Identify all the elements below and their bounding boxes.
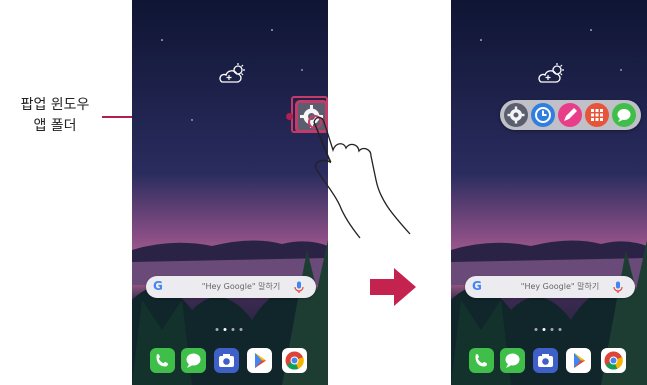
weather-icon [219,63,245,83]
play-store-app[interactable] [566,348,591,373]
callout-label: 팝업 윈도우 앱 폴더 [0,95,110,137]
popup-clock-app[interactable] [531,103,555,127]
weather-icon [538,63,564,83]
play-store-app[interactable] [247,348,272,373]
clock-icon [535,107,551,123]
messages-icon [186,353,201,368]
phone-screen-before: G "Hey Google" 말하기 [132,0,328,385]
callout-dot [286,113,293,120]
pen-icon [564,108,577,121]
google-search-bar[interactable]: G "Hey Google" 말하기 [146,276,316,298]
mic-icon[interactable] [611,280,625,294]
phone-icon [475,354,487,367]
hand-pointer-icon [313,116,411,239]
popup-settings-app[interactable] [504,103,528,127]
chrome-app[interactable] [282,348,307,373]
search-placeholder: "Hey Google" 말하기 [520,282,600,291]
messages-icon [617,109,631,122]
messages-app[interactable] [181,348,206,373]
popup-app-folder [500,100,641,130]
chrome-app[interactable] [601,348,626,373]
arrow-right-icon [370,268,416,306]
popup-calendar-app[interactable] [585,103,609,127]
camera-icon [538,354,553,367]
mic-icon[interactable] [292,280,306,294]
play-store-icon [255,353,266,368]
phone-app[interactable] [469,348,494,373]
calendar-icon [591,109,603,121]
messages-icon [505,353,520,368]
camera-app[interactable] [214,348,239,373]
google-logo: G [472,279,482,293]
popup-pen-app[interactable] [558,103,582,127]
page-indicator [534,328,562,331]
chrome-icon [285,351,304,370]
phone-app[interactable] [150,348,175,373]
page-indicator [215,328,243,331]
callout-line-2: 앱 폴더 [33,118,77,134]
google-logo: G [153,279,163,293]
google-search-bar[interactable]: G "Hey Google" 말하기 [465,276,635,298]
camera-icon [219,354,234,367]
chrome-icon [604,351,623,370]
messages-app[interactable] [500,348,525,373]
phone-screen-after: G "Hey Google" 말하기 [451,0,647,385]
camera-app[interactable] [533,348,558,373]
phone-icon [156,354,168,367]
settings-gear-icon [507,106,525,124]
callout-line-1: 팝업 윈도우 [20,97,90,113]
play-store-icon [574,353,585,368]
popup-messages-app[interactable] [612,103,636,127]
search-placeholder: "Hey Google" 말하기 [201,282,281,291]
